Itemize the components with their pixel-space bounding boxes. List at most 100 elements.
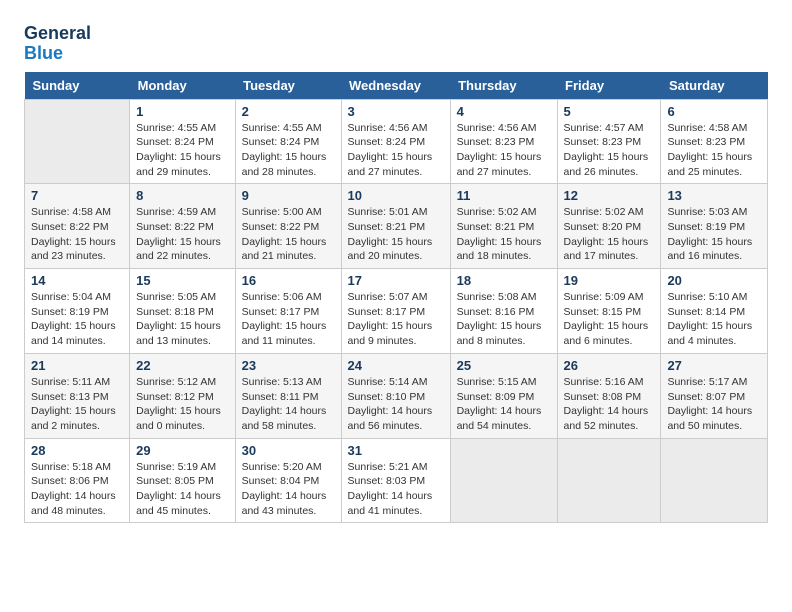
calendar-cell: 25 Sunrise: 5:15 AM Sunset: 8:09 PM Dayli… (450, 353, 557, 438)
day-number: 19 (564, 273, 655, 288)
day-info: Sunrise: 5:18 AM Sunset: 8:06 PM Dayligh… (31, 460, 123, 519)
day-info: Sunrise: 4:58 AM Sunset: 8:23 PM Dayligh… (667, 121, 761, 180)
day-number: 4 (457, 104, 551, 119)
day-number: 16 (242, 273, 335, 288)
day-number: 25 (457, 358, 551, 373)
day-number: 9 (242, 188, 335, 203)
day-info: Sunrise: 5:09 AM Sunset: 8:15 PM Dayligh… (564, 290, 655, 349)
day-number: 31 (348, 443, 444, 458)
day-number: 10 (348, 188, 444, 203)
calendar-cell: 26 Sunrise: 5:16 AM Sunset: 8:08 PM Dayli… (557, 353, 661, 438)
day-number: 27 (667, 358, 761, 373)
logo-text: GeneralBlue (24, 24, 91, 64)
calendar-cell: 9 Sunrise: 5:00 AM Sunset: 8:22 PM Daylig… (235, 184, 341, 269)
day-number: 3 (348, 104, 444, 119)
calendar-cell: 7 Sunrise: 4:58 AM Sunset: 8:22 PM Daylig… (25, 184, 130, 269)
calendar-cell: 11 Sunrise: 5:02 AM Sunset: 8:21 PM Dayli… (450, 184, 557, 269)
day-info: Sunrise: 5:19 AM Sunset: 8:05 PM Dayligh… (136, 460, 228, 519)
day-number: 5 (564, 104, 655, 119)
calendar-week-1: 1 Sunrise: 4:55 AM Sunset: 8:24 PM Daylig… (25, 99, 768, 184)
day-number: 17 (348, 273, 444, 288)
calendar-cell (557, 438, 661, 523)
calendar-week-3: 14 Sunrise: 5:04 AM Sunset: 8:19 PM Dayli… (25, 269, 768, 354)
weekday-header-monday: Monday (130, 72, 235, 100)
calendar-week-2: 7 Sunrise: 4:58 AM Sunset: 8:22 PM Daylig… (25, 184, 768, 269)
day-number: 11 (457, 188, 551, 203)
calendar-cell: 6 Sunrise: 4:58 AM Sunset: 8:23 PM Daylig… (661, 99, 768, 184)
calendar-cell: 29 Sunrise: 5:19 AM Sunset: 8:05 PM Dayli… (130, 438, 235, 523)
day-info: Sunrise: 5:21 AM Sunset: 8:03 PM Dayligh… (348, 460, 444, 519)
day-info: Sunrise: 5:05 AM Sunset: 8:18 PM Dayligh… (136, 290, 228, 349)
day-info: Sunrise: 5:04 AM Sunset: 8:19 PM Dayligh… (31, 290, 123, 349)
calendar-cell: 19 Sunrise: 5:09 AM Sunset: 8:15 PM Dayli… (557, 269, 661, 354)
calendar-cell: 1 Sunrise: 4:55 AM Sunset: 8:24 PM Daylig… (130, 99, 235, 184)
day-number: 26 (564, 358, 655, 373)
day-number: 18 (457, 273, 551, 288)
weekday-header-thursday: Thursday (450, 72, 557, 100)
calendar-cell: 23 Sunrise: 5:13 AM Sunset: 8:11 PM Dayli… (235, 353, 341, 438)
calendar-cell: 14 Sunrise: 5:04 AM Sunset: 8:19 PM Dayli… (25, 269, 130, 354)
day-number: 29 (136, 443, 228, 458)
day-info: Sunrise: 4:57 AM Sunset: 8:23 PM Dayligh… (564, 121, 655, 180)
weekday-header-sunday: Sunday (25, 72, 130, 100)
day-info: Sunrise: 5:01 AM Sunset: 8:21 PM Dayligh… (348, 205, 444, 264)
day-info: Sunrise: 5:10 AM Sunset: 8:14 PM Dayligh… (667, 290, 761, 349)
day-info: Sunrise: 4:59 AM Sunset: 8:22 PM Dayligh… (136, 205, 228, 264)
day-number: 14 (31, 273, 123, 288)
calendar-cell: 17Sunrise: 5:07 AM Sunset: 8:17 PM Dayli… (341, 269, 450, 354)
day-number: 24 (348, 358, 444, 373)
day-info: Sunrise: 5:20 AM Sunset: 8:04 PM Dayligh… (242, 460, 335, 519)
calendar-cell: 24Sunrise: 5:14 AM Sunset: 8:10 PM Dayli… (341, 353, 450, 438)
calendar-cell: 27 Sunrise: 5:17 AM Sunset: 8:07 PM Dayli… (661, 353, 768, 438)
day-info: Sunrise: 5:11 AM Sunset: 8:13 PM Dayligh… (31, 375, 123, 434)
calendar-cell: 13Sunrise: 5:03 AM Sunset: 8:19 PM Dayli… (661, 184, 768, 269)
day-info: Sunrise: 5:15 AM Sunset: 8:09 PM Dayligh… (457, 375, 551, 434)
calendar-cell: 20 Sunrise: 5:10 AM Sunset: 8:14 PM Dayli… (661, 269, 768, 354)
day-info: Sunrise: 5:02 AM Sunset: 8:21 PM Dayligh… (457, 205, 551, 264)
day-number: 15 (136, 273, 228, 288)
day-number: 23 (242, 358, 335, 373)
calendar-cell: 16Sunrise: 5:06 AM Sunset: 8:17 PM Dayli… (235, 269, 341, 354)
weekday-header-friday: Friday (557, 72, 661, 100)
logo: General Blue GeneralBlue (24, 24, 91, 64)
day-info: Sunrise: 5:17 AM Sunset: 8:07 PM Dayligh… (667, 375, 761, 434)
day-number: 21 (31, 358, 123, 373)
day-number: 28 (31, 443, 123, 458)
calendar-cell: 8 Sunrise: 4:59 AM Sunset: 8:22 PM Daylig… (130, 184, 235, 269)
calendar-cell: 30 Sunrise: 5:20 AM Sunset: 8:04 PM Dayli… (235, 438, 341, 523)
page-header: General Blue GeneralBlue (24, 20, 768, 64)
day-info: Sunrise: 5:13 AM Sunset: 8:11 PM Dayligh… (242, 375, 335, 434)
calendar-cell: 12 Sunrise: 5:02 AM Sunset: 8:20 PM Dayli… (557, 184, 661, 269)
day-info: Sunrise: 4:56 AM Sunset: 8:23 PM Dayligh… (457, 121, 551, 180)
day-info: Sunrise: 5:12 AM Sunset: 8:12 PM Dayligh… (136, 375, 228, 434)
calendar-cell: 28 Sunrise: 5:18 AM Sunset: 8:06 PM Dayli… (25, 438, 130, 523)
day-info: Sunrise: 4:58 AM Sunset: 8:22 PM Dayligh… (31, 205, 123, 264)
calendar-cell: 2 Sunrise: 4:55 AM Sunset: 8:24 PM Daylig… (235, 99, 341, 184)
day-info: Sunrise: 5:00 AM Sunset: 8:22 PM Dayligh… (242, 205, 335, 264)
calendar-cell: 31 Sunrise: 5:21 AM Sunset: 8:03 PM Dayli… (341, 438, 450, 523)
day-number: 2 (242, 104, 335, 119)
weekday-header-tuesday: Tuesday (235, 72, 341, 100)
day-number: 8 (136, 188, 228, 203)
calendar-cell: 18Sunrise: 5:08 AM Sunset: 8:16 PM Dayli… (450, 269, 557, 354)
calendar-cell: 21 Sunrise: 5:11 AM Sunset: 8:13 PM Dayli… (25, 353, 130, 438)
calendar-cell: 15 Sunrise: 5:05 AM Sunset: 8:18 PM Dayli… (130, 269, 235, 354)
calendar-cell: 5 Sunrise: 4:57 AM Sunset: 8:23 PM Daylig… (557, 99, 661, 184)
day-info: Sunrise: 5:16 AM Sunset: 8:08 PM Dayligh… (564, 375, 655, 434)
calendar-cell: 3Sunrise: 4:56 AM Sunset: 8:24 PM Daylig… (341, 99, 450, 184)
day-info: Sunrise: 5:02 AM Sunset: 8:20 PM Dayligh… (564, 205, 655, 264)
day-number: 12 (564, 188, 655, 203)
calendar-table: SundayMondayTuesdayWednesdayThursdayFrid… (24, 72, 768, 524)
day-number: 7 (31, 188, 123, 203)
day-number: 30 (242, 443, 335, 458)
calendar-header: SundayMondayTuesdayWednesdayThursdayFrid… (25, 72, 768, 100)
day-info: Sunrise: 4:55 AM Sunset: 8:24 PM Dayligh… (242, 121, 335, 180)
calendar-cell (25, 99, 130, 184)
day-number: 6 (667, 104, 761, 119)
day-info: Sunrise: 4:55 AM Sunset: 8:24 PM Dayligh… (136, 121, 228, 180)
calendar-cell (661, 438, 768, 523)
day-number: 22 (136, 358, 228, 373)
calendar-cell: 22 Sunrise: 5:12 AM Sunset: 8:12 PM Dayli… (130, 353, 235, 438)
day-number: 1 (136, 104, 228, 119)
day-number: 20 (667, 273, 761, 288)
